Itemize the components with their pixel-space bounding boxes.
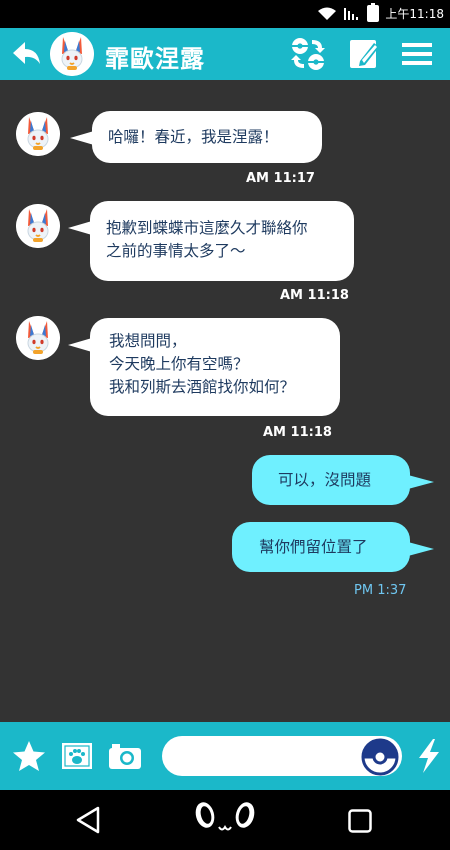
- sticker-icon[interactable]: [61, 742, 93, 770]
- back-arrow-icon[interactable]: [10, 38, 42, 70]
- contact-name: 霏歐涅露: [105, 45, 205, 73]
- incoming-message-bubble[interactable]: 哈囉！春近，我是涅露！: [70, 111, 322, 163]
- camera-icon[interactable]: [108, 742, 142, 770]
- message-text: 哈囉！春近，我是涅露！: [108, 128, 279, 146]
- outgoing-message-bubble[interactable]: 可以，沒問題: [252, 455, 434, 505]
- message-avatar[interactable]: [16, 316, 60, 360]
- contact-avatar[interactable]: [50, 32, 94, 76]
- nav-back-icon[interactable]: [74, 805, 102, 835]
- nav-home-icon[interactable]: [192, 798, 258, 838]
- outgoing-message-bubble[interactable]: 幫你們留位置了: [232, 522, 434, 572]
- message-text: 幫你們留位置了: [259, 538, 368, 556]
- message-time: AM 11:18: [280, 288, 349, 303]
- message-list[interactable]: 哈囉！春近，我是涅露！ AM 11:17 抱歉到蝶蝶市這麼久才聯絡你 之前的事情…: [0, 80, 450, 722]
- input-bar: [0, 722, 450, 790]
- signal-icon: [344, 7, 359, 20]
- message-time: PM 1:37: [354, 583, 407, 598]
- swap-icon[interactable]: [288, 36, 328, 72]
- message-avatar[interactable]: [16, 204, 60, 248]
- status-bar: 上午11:18: [0, 0, 450, 28]
- chat-header: 霏歐涅露: [0, 28, 450, 80]
- wifi-icon: [318, 7, 337, 20]
- message-text: 可以，沒問題: [278, 471, 372, 489]
- message-text: 我想問問， 今天晚上你有空嗎？ 我和列斯去酒館找你如何？: [109, 332, 296, 396]
- message-avatar[interactable]: [16, 112, 60, 156]
- incoming-message-bubble[interactable]: 抱歉到蝶蝶市這麼久才聯絡你 之前的事情太多了～: [68, 201, 354, 281]
- battery-icon: [367, 3, 380, 22]
- message-text: 抱歉到蝶蝶市這麼久才聯絡你 之前的事情太多了～: [106, 219, 308, 260]
- status-indicators: 上午11:18: [317, 3, 444, 22]
- star-icon[interactable]: [12, 740, 46, 772]
- edit-icon[interactable]: [348, 37, 382, 71]
- status-time: 上午11:18: [385, 7, 444, 21]
- menu-icon[interactable]: [402, 41, 432, 67]
- incoming-message-bubble[interactable]: 我想問問， 今天晚上你有空嗎？ 我和列斯去酒館找你如何？: [68, 318, 340, 416]
- message-time: AM 11:17: [246, 171, 315, 186]
- nav-recent-apps-icon[interactable]: [348, 809, 372, 833]
- message-time: AM 11:18: [263, 425, 332, 440]
- system-navigation-bar: [0, 790, 450, 850]
- send-ball-icon[interactable]: [361, 738, 399, 776]
- lightning-icon[interactable]: [414, 738, 444, 774]
